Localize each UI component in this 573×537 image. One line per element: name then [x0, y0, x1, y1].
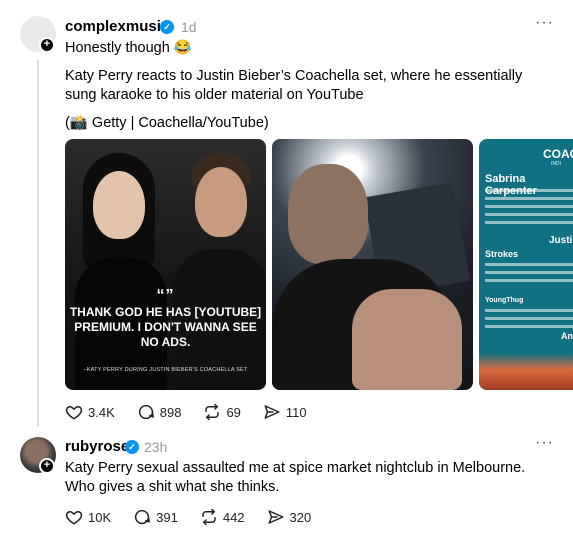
post-time[interactable]: 23h	[144, 439, 167, 455]
post-body: Katy Perry sexual assaulted me at spice …	[65, 460, 526, 495]
username[interactable]: complexmusic	[65, 18, 169, 35]
comment-button[interactable]: 391	[133, 508, 178, 526]
media-image-katy-justin-quote[interactable]: “” THANK GOD HE HAS [YOUTUBE] PREMIUM. I…	[65, 139, 266, 390]
like-button[interactable]: 10K	[65, 508, 111, 526]
share-icon	[264, 405, 280, 419]
media-image-selfie[interactable]	[272, 139, 473, 390]
more-icon[interactable]: ···	[535, 14, 554, 32]
poster-lineup-line	[485, 263, 573, 266]
poster-subtitle: INDI	[551, 161, 561, 167]
poster-lineup-line	[485, 221, 573, 224]
face-shape	[93, 171, 145, 239]
verified-icon: ✓	[125, 440, 139, 454]
photo-credit: (📸 Getty | Coachella/YouTube)	[65, 115, 269, 131]
poster-headliner: Strokes	[485, 249, 519, 259]
more-icon[interactable]: ···	[535, 434, 554, 452]
poster-lineup-line	[485, 279, 573, 282]
follow-plus-icon[interactable]: +	[39, 37, 55, 53]
face-shape	[195, 167, 247, 237]
quote-mark: “”	[156, 287, 175, 304]
like-button[interactable]: 3.4K	[65, 403, 115, 421]
head-shape	[288, 164, 368, 264]
image-quote-credit: –KATY PERRY DURING JUSTIN BIEBER'S COACH…	[83, 367, 248, 373]
poster-headliner: Sabrina Carpenter	[485, 173, 537, 197]
post-actions: 10K 391 442 320	[65, 507, 333, 527]
poster-headliner: Justi	[549, 235, 573, 246]
repost-button[interactable]: 442	[200, 508, 245, 526]
repost-icon	[205, 403, 220, 421]
poster-lineup-line	[485, 213, 573, 216]
follow-plus-icon[interactable]: +	[39, 458, 55, 474]
share-count: 320	[289, 509, 312, 525]
poster-lineup-line	[485, 325, 573, 328]
post-caption: Honestly though 😂	[65, 40, 192, 56]
share-icon	[268, 510, 284, 524]
comment-icon	[135, 509, 151, 525]
like-count: 10K	[88, 509, 112, 525]
poster-lineup-line	[485, 271, 573, 274]
share-button[interactable]: 320	[267, 508, 312, 526]
poster-title: COAC	[543, 147, 573, 161]
media-image-coachella-poster[interactable]: COAC INDI Sabrina Carpenter Justi Stroke…	[479, 139, 573, 390]
poster-lineup-line	[485, 205, 573, 208]
poster-lineup-line	[485, 317, 573, 320]
post-time[interactable]: 1d	[181, 19, 197, 35]
share-count: 110	[285, 404, 307, 420]
username[interactable]: rubyrose	[65, 438, 129, 455]
thread-line	[37, 60, 39, 426]
heart-icon	[65, 510, 83, 525]
poster-headliner: An	[561, 331, 573, 341]
repost-count: 442	[222, 509, 245, 525]
comment-icon	[138, 404, 154, 420]
post-body: Katy Perry reacts to Justin Bieber’s Coa…	[65, 68, 523, 103]
poster-lineup-line	[485, 189, 573, 192]
thread-post-complexmusic: + complexmusic ✓ 1d ··· Honestly though …	[0, 0, 573, 426]
comment-count: 898	[159, 404, 182, 420]
comment-button[interactable]: 898	[137, 403, 182, 421]
image-quote-text: THANK GOD HE HAS [YOUTUBE] PREMIUM. I DO…	[69, 305, 262, 349]
repost-icon	[202, 508, 216, 526]
repost-count: 69	[226, 404, 241, 420]
poster-headliner: YoungThug	[485, 297, 524, 304]
share-button[interactable]: 110	[263, 403, 307, 421]
hand-shape	[352, 289, 462, 390]
poster-lineup-line	[485, 197, 573, 200]
post-actions: 3.4K 898 69 110	[65, 402, 329, 422]
poster-sunset	[479, 353, 573, 390]
like-count: 3.4K	[88, 404, 115, 420]
verified-icon: ✓	[160, 20, 174, 34]
poster-lineup-line	[485, 309, 573, 312]
repost-button[interactable]: 69	[203, 403, 241, 421]
comment-count: 391	[156, 509, 178, 525]
heart-icon	[65, 405, 83, 420]
